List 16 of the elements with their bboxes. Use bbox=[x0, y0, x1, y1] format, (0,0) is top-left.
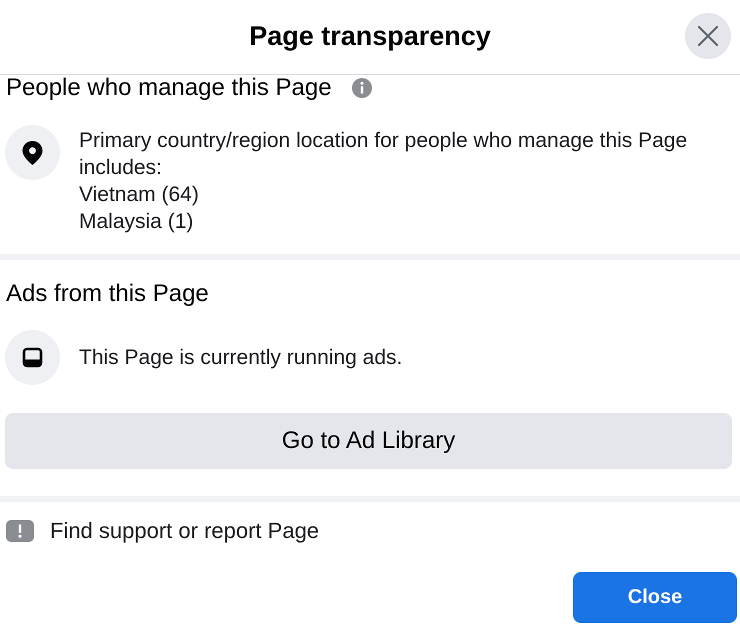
map-pin-icon bbox=[5, 125, 60, 180]
tablet-icon bbox=[5, 330, 60, 385]
location-entry: Malaysia (1) bbox=[79, 209, 194, 235]
info-icon bbox=[352, 78, 372, 98]
section-heading: Ads from this Page bbox=[6, 281, 209, 307]
ad-library-button[interactable]: Go to Ad Library bbox=[5, 413, 732, 469]
location-description: Primary country/region location for people who manage this Page includes: bbox=[79, 128, 688, 181]
location-entry: Vietnam (64) bbox=[79, 182, 200, 208]
dialog-title: Page transparency bbox=[249, 20, 491, 53]
section-heading: People who manage this Page bbox=[6, 75, 332, 101]
close-button[interactable]: Close bbox=[573, 572, 737, 623]
close-icon bbox=[697, 25, 719, 47]
exclamation-icon bbox=[6, 520, 34, 542]
ads-status-text: This Page is currently running ads. bbox=[79, 345, 402, 371]
support-link[interactable]: Find support or report Page bbox=[50, 518, 320, 544]
close-dialog-button[interactable] bbox=[685, 13, 731, 59]
